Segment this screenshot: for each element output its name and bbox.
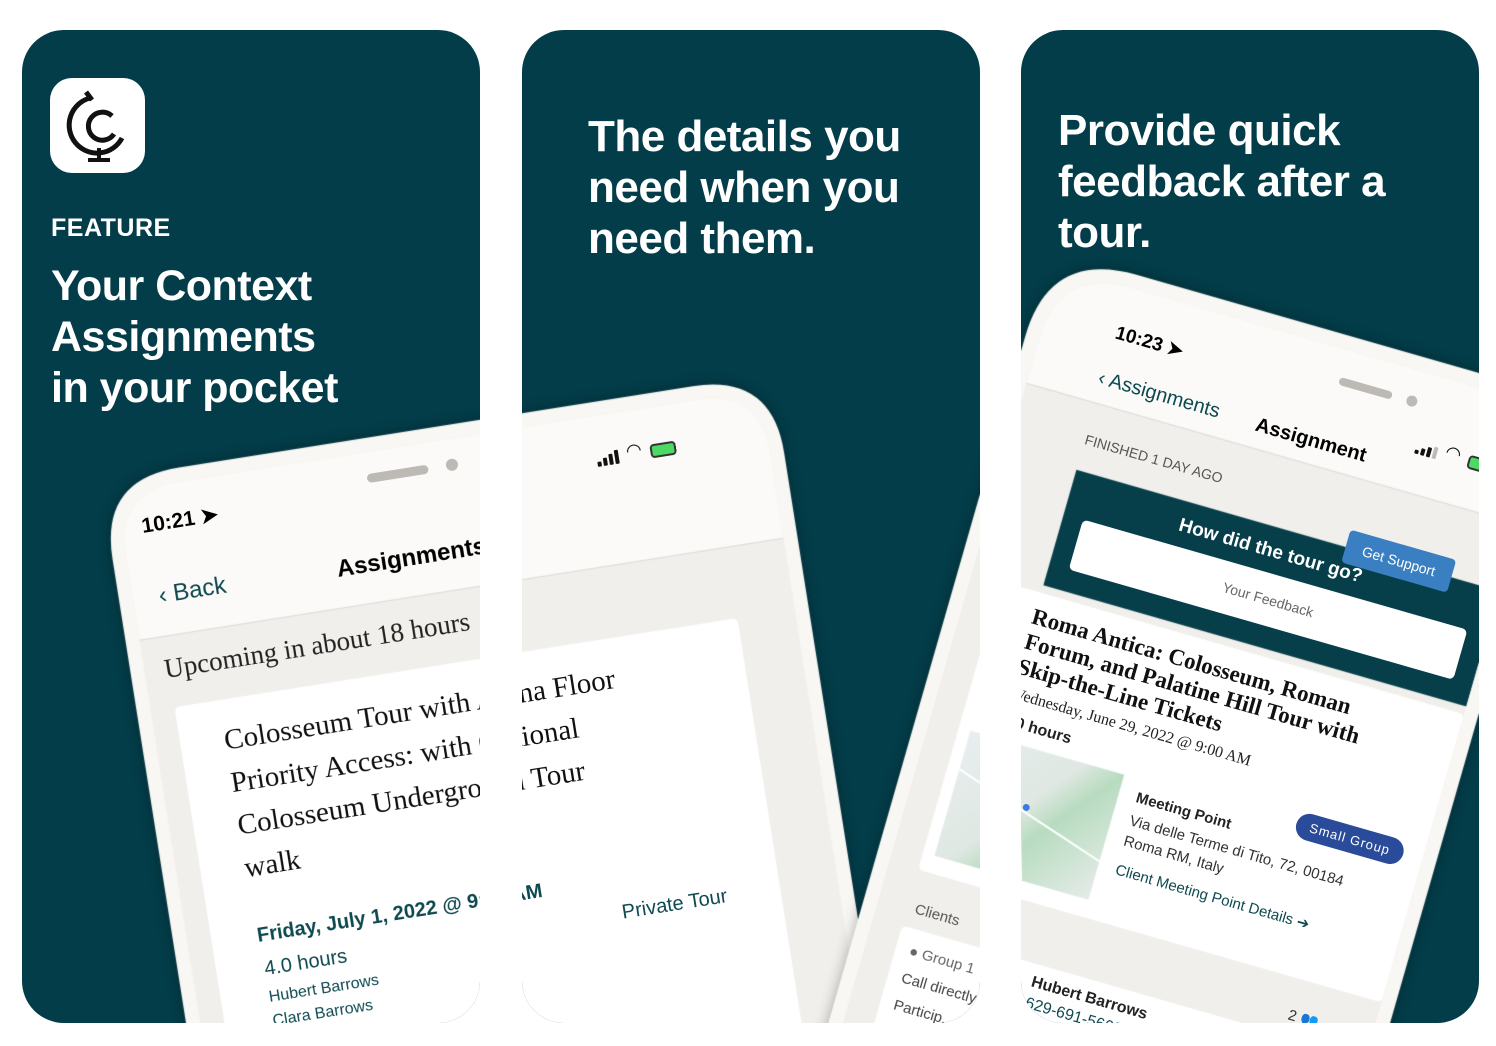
headline-line: feedback after a <box>1058 157 1386 206</box>
wifi-icon: ◠ <box>624 439 644 462</box>
panel-headline: Provide quick feedback after a tour. <box>1058 105 1386 258</box>
panel-headline: The details you need when you need them. <box>588 111 901 264</box>
panel-headline: Your Context Assignments in your pocket <box>51 261 338 414</box>
headline-line: tour. <box>1058 208 1151 257</box>
headline-line: Provide quick <box>1058 106 1341 155</box>
location-arrow-icon: ➤ <box>198 503 220 529</box>
headline-line: The details you <box>588 112 901 161</box>
headline-line: need them. <box>588 214 816 263</box>
feature-panel-2: The details you need when you need them.… <box>522 30 980 1023</box>
headline-line: Assignments <box>51 313 316 361</box>
headline-line: Your Context <box>51 262 312 310</box>
globe-c-logo-icon <box>66 90 125 162</box>
feature-panel-3: Provide quick feedback after a tour. 10:… <box>1021 30 1479 1023</box>
wifi-icon: ◠ <box>1443 441 1464 465</box>
app-logo <box>50 78 145 173</box>
feature-eyebrow: FEATURE <box>51 214 171 242</box>
headline-line: need when you <box>588 163 900 212</box>
headline-line: in your pocket <box>51 364 338 412</box>
feature-panel-1: FEATURE Your Context Assignments in your… <box>22 30 480 1023</box>
